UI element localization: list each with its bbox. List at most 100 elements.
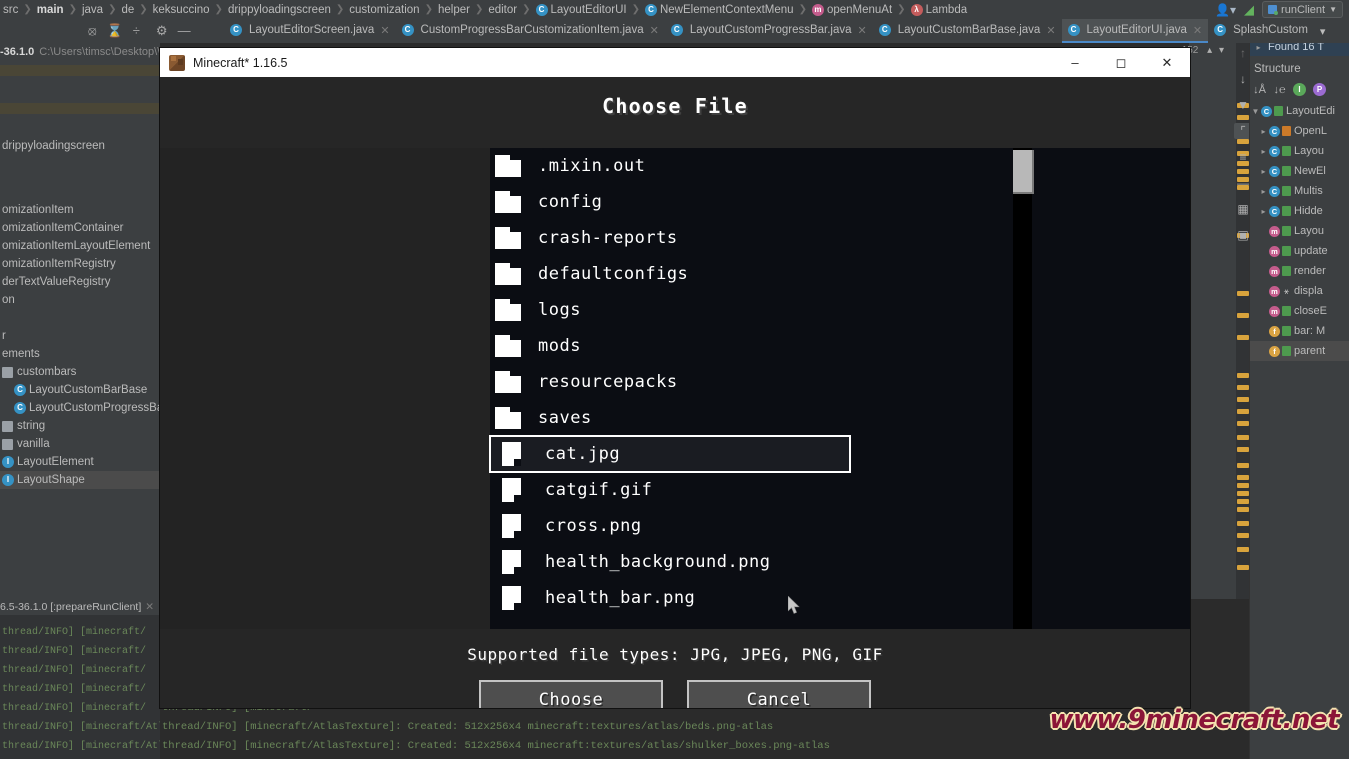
breadcrumb-keksuccino[interactable]: keksuccino [150,4,213,16]
file-list-area[interactable]: .mixin.out config crash-reports defaultc… [160,148,1190,629]
structure-row[interactable]: m ⚹ displa [1250,281,1349,301]
chevron-down-icon[interactable]: ▼ [1250,107,1261,116]
minecraft-window[interactable]: Minecraft* 1.16.5 – ◻ ✕ Choose File .mix… [160,48,1190,708]
properties-icon[interactable]: P [1313,83,1326,96]
structure-row[interactable]: f bar: M [1250,321,1349,341]
chevron-right-icon[interactable]: ▸ [1258,147,1269,156]
list-item[interactable]: catgif.gif [490,472,850,508]
tree-item-layoutelement[interactable]: I LayoutElement [0,453,160,471]
list-item[interactable]: crash-reports [490,220,850,256]
structure-row[interactable]: ▸ C Hidde [1250,201,1349,221]
maximize-icon[interactable]: ◻ [1098,48,1144,77]
hammer-icon[interactable]: ◢ [1244,2,1254,18]
structure-row[interactable]: ▼ C LayoutEdi [1250,101,1349,121]
navbar-actions[interactable]: 👤▾ ◢ runClient ▼ [1215,0,1349,19]
project-panel[interactable]: -36.1.0 C:\Users\timsc\Desktop\\ drippyl… [0,43,160,759]
tree-item-custombars[interactable]: custombars [0,363,160,381]
dialog-buttons[interactable]: Choose Cancel [160,680,1190,708]
build-icon[interactable]: ⦻ [88,21,97,41]
structure-row[interactable]: m closeE [1250,301,1349,321]
tab-customprogressbarcustomizationitem[interactable]: C CustomProgressBarCustomizationItem.jav… [395,19,665,43]
scrollbar-track[interactable] [1013,148,1032,629]
minimize-icon[interactable]: – [1052,48,1098,77]
chevron-right-icon[interactable]: ▸ [1253,43,1264,52]
breadcrumb-helper[interactable]: helper [435,4,473,16]
cancel-button[interactable]: Cancel [687,680,871,708]
breadcrumb-main[interactable]: main [34,4,67,16]
list-item[interactable]: logs [490,292,850,328]
breadcrumb-lambda[interactable]: λ Lambda [908,3,971,16]
settings-icon[interactable]: ⚙ [156,21,168,41]
tab-layoutcustomprogressbar[interactable]: C LayoutCustomProgressBar.java ✕ [664,19,873,43]
tree-item-layoutcustombarbase[interactable]: C LayoutCustomBarBase [0,381,160,399]
list-item[interactable]: saves [490,400,850,436]
breadcrumb-customization[interactable]: customization [346,4,422,16]
tree-item-string[interactable]: string [0,417,160,435]
tab-layouteditorui[interactable]: C LayoutEditorUI.java ✕ [1061,19,1209,43]
breadcrumb-newelementcontextmenu[interactable]: C NewElementContextMenu [642,3,797,16]
breadcrumb-editor[interactable]: editor [485,4,520,16]
window-controls[interactable]: – ◻ ✕ [1052,48,1190,77]
expand-icon[interactable]: ÷ [133,21,140,41]
tree-item-layoutcustomprogressbar[interactable]: C LayoutCustomProgressBar [0,399,160,417]
list-item-selected[interactable]: cat.jpg [489,435,851,473]
tree-item-vanilla[interactable]: vanilla [0,435,160,453]
inherited-icon[interactable]: I [1293,83,1306,96]
minecraft-screen[interactable]: Choose File .mixin.out config crash-repo… [160,77,1190,708]
structure-row[interactable]: m Layou [1250,221,1349,241]
chevron-down-icon[interactable]: ▾ [1219,45,1224,56]
tab-layouteditorscreen[interactable]: C LayoutEditorScreen.java ✕ [224,19,396,43]
sort-alpha-icon[interactable]: ↓Å [1253,83,1266,96]
list-item[interactable]: mods [490,328,850,364]
structure-row[interactable]: ▸ C Multis [1250,181,1349,201]
structure-tree[interactable]: ▼ C LayoutEdi ▸ C OpenL ▸ C Layou ▸ C Ne… [1250,101,1349,361]
minecraft-titlebar[interactable]: Minecraft* 1.16.5 – ◻ ✕ [160,48,1190,77]
list-item[interactable]: defaultconfigs [490,256,850,292]
close-icon[interactable]: ✕ [1144,48,1190,77]
chevron-right-icon[interactable]: ▸ [1258,167,1269,176]
collapse-icon[interactable]: ⌛ [107,21,123,41]
breadcrumb-de[interactable]: de [118,4,137,16]
list-item[interactable]: health_background.png [490,544,850,580]
close-icon[interactable]: ✕ [1193,24,1202,37]
structure-row[interactable]: f parent [1250,341,1349,361]
user-icon[interactable]: 👤▾ [1215,3,1236,17]
structure-toolbar[interactable]: ↓Å ↓℮ I P [1253,83,1326,96]
close-icon[interactable]: ✕ [858,24,867,37]
structure-row[interactable]: ▸ C NewEl [1250,161,1349,181]
breadcrumb-java[interactable]: java [79,4,106,16]
chevron-up-icon[interactable]: ▴ [1207,45,1212,56]
structure-row[interactable]: m update [1250,241,1349,261]
list-item[interactable]: resourcepacks [490,364,850,400]
chevron-down-icon[interactable]: ▼ [1329,5,1337,14]
list-item[interactable]: cross.png [490,508,850,544]
editor-tabs[interactable]: C LayoutEditorScreen.java ✕ C CustomProg… [224,19,1331,43]
structure-row[interactable]: ▸ C OpenL [1250,121,1349,141]
chevron-right-icon[interactable]: ▸ [1258,127,1269,136]
breadcrumb-layouteditorui[interactable]: C LayoutEditorUI [533,3,630,16]
minimize-icon[interactable]: — [178,21,191,41]
close-icon[interactable]: ✕ [380,24,389,37]
choose-button[interactable]: Choose [479,680,663,708]
breadcrumb-drippyloadingscreen[interactable]: drippyloadingscreen [225,4,334,16]
scrollbar-thumb[interactable] [1013,150,1034,194]
list-item[interactable]: .mixin.out [490,148,850,184]
breadcrumb-src[interactable]: src [0,4,21,16]
structure-row[interactable]: ▸ C Layou [1250,141,1349,161]
file-list[interactable]: .mixin.out config crash-reports defaultc… [489,148,851,616]
project-tree[interactable]: drippyloadingscreen omizationItem omizat… [0,133,160,489]
list-item[interactable]: config [490,184,850,220]
tab-layoutcustombarbase[interactable]: C LayoutCustomBarBase.java ✕ [872,19,1062,43]
run-tab[interactable]: 6.5-36.1.0 [:prepareRunClient] ✕ [0,599,160,615]
structure-panel[interactable]: TODO: Project ▸ Found 16 T Structure ↓Å … [1249,25,1349,759]
close-icon[interactable]: ✕ [650,24,659,37]
tab-splashcustom[interactable]: C SplashCustom [1208,19,1314,43]
sort-type-icon[interactable]: ↓℮ [1273,83,1286,96]
breadcrumb[interactable]: src ❯ main ❯ java ❯ de ❯ keksuccino ❯ drippyl… [0,0,1349,19]
breadcrumb-openmenuat[interactable]: m openMenuAt [809,3,895,16]
chevron-right-icon[interactable]: ▸ [1258,187,1269,196]
chevron-right-icon[interactable]: ▸ [1258,207,1269,216]
run-configuration-selector[interactable]: runClient ▼ [1262,1,1343,18]
chevron-down-icon[interactable]: ▾ [1314,19,1332,43]
structure-row[interactable]: m render [1250,261,1349,281]
